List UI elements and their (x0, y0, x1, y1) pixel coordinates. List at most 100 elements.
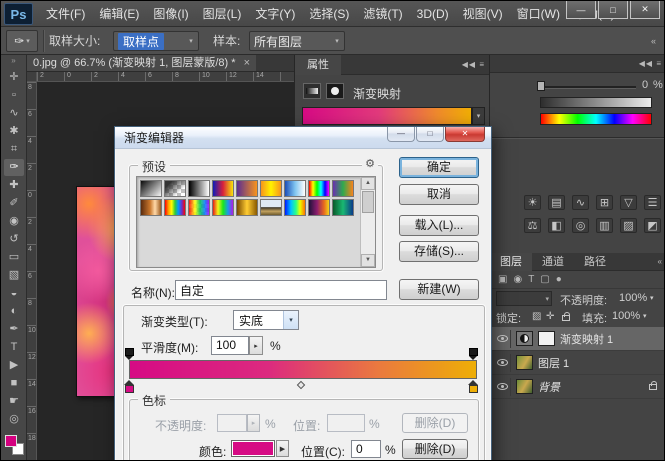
move-tool[interactable]: ✛ (4, 69, 24, 86)
menu-item-4[interactable]: 文字(Y) (248, 1, 302, 27)
crop-tool[interactable]: ⌗ (4, 141, 24, 158)
opacity-stop-left[interactable] (125, 348, 134, 360)
marquee-tool[interactable]: ▫ (4, 87, 24, 104)
gradient-preset-foreground-to-transparent[interactable] (164, 180, 186, 197)
layer-filter-icon-3[interactable]: ▢ (540, 272, 549, 288)
color-stop-left[interactable] (124, 380, 135, 393)
gradient-preset-copper[interactable] (140, 199, 162, 216)
gradient-preset-spectrum[interactable] (308, 180, 330, 197)
gradient-preview-bar[interactable] (129, 360, 477, 379)
gradient-preset-orange-yellow-orange[interactable] (260, 180, 282, 197)
shape-tool[interactable]: ■ (4, 375, 24, 392)
layer-row-gradient-map[interactable]: 渐变映射 1 (490, 327, 665, 351)
chevron-down-icon[interactable]: ▾ (650, 294, 654, 302)
color-flyout-icon[interactable]: ▶ (276, 440, 289, 457)
lock-position-icon[interactable]: ✛ (546, 311, 554, 322)
adjustment-icon-0-3[interactable]: ⊞ (596, 195, 613, 210)
adjustment-icon-0-4[interactable]: ▽ (620, 195, 637, 210)
dialog-title-bar[interactable]: 渐变编辑器 — □ ✕ (115, 127, 491, 149)
opacity-value[interactable]: 100% (619, 292, 647, 304)
brush-tool[interactable]: ✐ (4, 195, 24, 212)
save-button[interactable]: 存储(S)... (399, 241, 479, 262)
dialog-close-button[interactable]: ✕ (445, 127, 485, 142)
gradient-picker-dropdown-icon[interactable]: ▾ (472, 107, 485, 125)
dialog-maximize-button[interactable]: □ (416, 127, 444, 142)
toolbar-expand-icon[interactable]: » (1, 55, 26, 67)
collapse-panel-icon[interactable]: ◀◀ (639, 59, 653, 68)
gray-ramp[interactable] (540, 97, 652, 108)
layer-name[interactable]: 图层 1 (538, 355, 569, 371)
preset-scrollbar[interactable]: ▲ ▼ (360, 177, 375, 267)
panel-menu-icon[interactable]: ≡ (479, 60, 485, 69)
layer-filter-icon-2[interactable]: T (528, 272, 534, 288)
panel-tab-1[interactable]: 通道 (532, 253, 574, 271)
menu-item-9[interactable]: 窗口(W) (510, 1, 567, 27)
layer-thumbnail[interactable] (516, 355, 533, 370)
layer-filter-icon-1[interactable]: ◉ (513, 272, 522, 288)
magic-wand-tool[interactable]: ✱ (4, 123, 24, 140)
eraser-tool[interactable]: ▭ (4, 249, 24, 266)
close-button[interactable]: ✕ (630, 1, 660, 19)
adjustment-icon-0-0[interactable]: ☀ (524, 195, 541, 210)
gradient-preset-dark-violet-orange[interactable] (308, 199, 330, 216)
menu-item-6[interactable]: 滤镜(T) (356, 1, 409, 27)
scrollbar-thumb[interactable] (362, 191, 374, 213)
color-slider-track[interactable] (540, 86, 636, 88)
active-tool-chip[interactable]: ✑ ▾ (6, 30, 38, 52)
scroll-down-icon[interactable]: ▼ (361, 254, 375, 267)
sample-dropdown[interactable]: 所有图层 ▾ (249, 31, 345, 51)
gradient-preset-foreground-to-background[interactable] (140, 180, 162, 197)
layer-row-layer1[interactable]: 图层 1 (490, 351, 665, 375)
gradient-preset-black-white[interactable] (188, 180, 210, 197)
layer-mask-badge-icon[interactable] (326, 83, 344, 99)
stop-color-swatch[interactable] (231, 440, 275, 457)
gradient-preset-spectrum-2[interactable] (284, 199, 306, 216)
clone-stamp-tool[interactable]: ◉ (4, 213, 24, 230)
minimize-button[interactable]: — (566, 1, 596, 19)
lock-all-icon[interactable] (562, 315, 570, 321)
color-slider-handle[interactable] (537, 81, 545, 91)
adjustment-icon-1-5[interactable]: ◩ (644, 218, 661, 233)
gradient-preset-blue-red-yellow[interactable] (212, 180, 234, 197)
zoom-tool[interactable]: ◎ (4, 411, 24, 428)
blend-mode-dropdown[interactable]: ▾ (496, 291, 552, 306)
load-button[interactable]: 载入(L)... (399, 215, 479, 236)
adjustment-icon-0-5[interactable]: ☰ (644, 195, 661, 210)
tab-properties[interactable]: 属性 (295, 55, 341, 75)
panel-menu-icon[interactable]: ≡ (656, 59, 662, 68)
gradient-preset-violet-orange[interactable] (236, 180, 258, 197)
smoothness-spinner-icon[interactable]: ▸ (249, 336, 263, 355)
adjustment-icon-0-1[interactable]: ▤ (548, 195, 565, 210)
visibility-toggle[interactable] (495, 378, 511, 396)
color-stop-right[interactable] (468, 380, 479, 393)
visibility-toggle[interactable] (495, 354, 511, 372)
adjustment-icon-0-2[interactable]: ∿ (572, 195, 589, 210)
gradient-preset-violet-green-orange[interactable] (332, 180, 354, 197)
smoothness-input[interactable]: 100 (211, 336, 249, 355)
adjustment-layer-thumbnail[interactable] (516, 331, 533, 346)
menu-item-0[interactable]: 文件(F) (39, 1, 92, 27)
hand-tool[interactable]: ☛ (4, 393, 24, 410)
dodge-tool[interactable]: ◐ (4, 303, 24, 320)
menu-item-5[interactable]: 选择(S) (302, 1, 356, 27)
dialog-minimize-button[interactable]: — (387, 127, 415, 142)
blur-tool[interactable]: ◒ (4, 285, 24, 302)
collapse-panels-icon[interactable]: « (651, 27, 656, 55)
panel-tab-0[interactable]: 图层 (490, 253, 532, 271)
adjustment-icon-1-2[interactable]: ◎ (572, 218, 589, 233)
opacity-stop-right[interactable] (469, 348, 478, 360)
ok-button[interactable]: 确定 (399, 157, 479, 178)
layer-name[interactable]: 渐变映射 1 (560, 331, 613, 347)
menu-item-3[interactable]: 图层(L) (196, 1, 249, 27)
name-input[interactable]: 自定 (175, 280, 387, 300)
chevron-down-icon[interactable]: ▾ (643, 312, 647, 320)
menu-item-1[interactable]: 编辑(E) (92, 1, 146, 27)
type-tool[interactable]: T (4, 339, 24, 356)
new-button[interactable]: 新建(W) (399, 279, 479, 300)
layer-name[interactable]: 背景 (538, 379, 560, 395)
layer-mask-thumbnail[interactable] (538, 331, 555, 346)
gradient-preset-green-blue[interactable] (332, 199, 354, 216)
pen-tool[interactable]: ✒ (4, 321, 24, 338)
sample-size-dropdown[interactable]: 取样点 ▾ (113, 31, 199, 51)
layer-thumbnail[interactable] (516, 379, 533, 394)
